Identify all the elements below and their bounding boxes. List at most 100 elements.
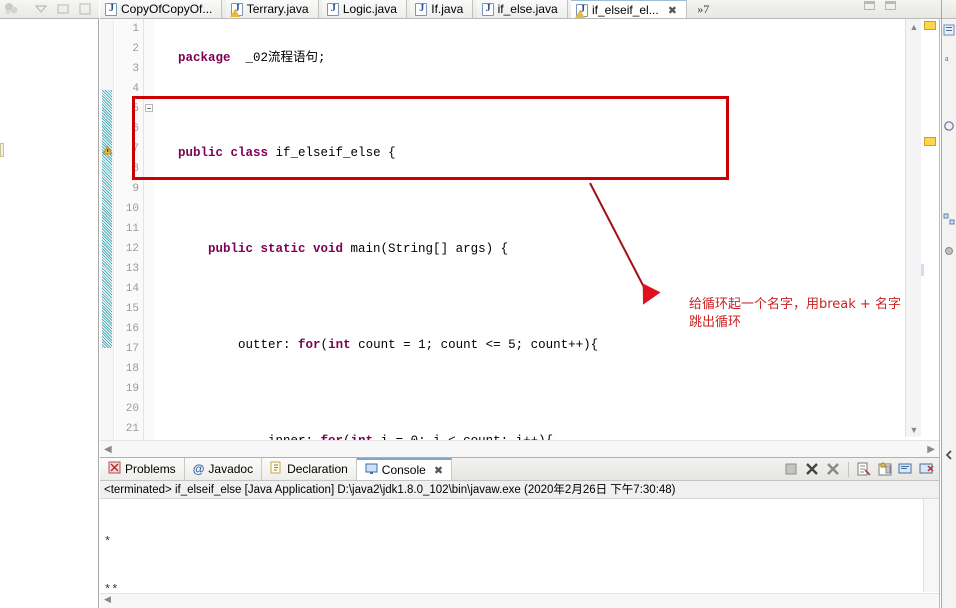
code-line-3: public class if_elseif_else {	[178, 146, 396, 160]
window-controls[interactable]	[864, 1, 896, 10]
line-number: 10	[125, 203, 139, 215]
pointer-arrow	[589, 182, 661, 305]
left-panel-strip	[0, 0, 99, 608]
annotation-note-line-1: 给循环起一个名字，用break + 名字	[689, 297, 901, 312]
change-bar	[102, 90, 112, 348]
outline-list-icon[interactable]	[943, 24, 955, 36]
restore-icon[interactable]	[943, 449, 955, 461]
tab-declaration[interactable]: Declaration	[262, 458, 357, 480]
tab-javadoc[interactable]: @ Javadoc	[184, 458, 263, 480]
sort-icon[interactable]: a	[943, 52, 955, 64]
scroll-down-icon[interactable]: ▼	[906, 422, 922, 437]
editor-tab-1[interactable]: Terrary.java	[225, 0, 319, 18]
bottom-view: Problems @ Javadoc Declaration Console ✖	[100, 457, 940, 608]
overview-selection-marker	[921, 264, 924, 276]
editor-tab-2[interactable]: Logic.java	[321, 0, 407, 18]
scroll-track[interactable]	[906, 34, 921, 422]
remove-all-terminated-button[interactable]	[825, 461, 841, 477]
package-explorer-stub	[0, 143, 4, 157]
display-selected-console-button[interactable]	[919, 461, 935, 477]
folding-column[interactable]	[144, 19, 154, 457]
line-number: 21	[125, 423, 139, 435]
line-number: 1	[132, 23, 139, 35]
code-line-1: package _02流程语句;	[178, 50, 326, 65]
scroll-left-icon[interactable]: ◀	[104, 594, 111, 604]
view-menu-icon[interactable]	[78, 2, 92, 16]
editor-vertical-scrollbar[interactable]: ▲ ▼	[905, 19, 921, 437]
editor-horizontal-scrollbar[interactable]: ◀ ▶	[100, 440, 939, 457]
outline-tab-strip[interactable]	[942, 0, 956, 19]
line-number-gutter: 1 2 3 4 5 6 7 8 9 10 11 12 13 14 15 16 1…	[115, 19, 144, 457]
editor-tab-label: If.java	[431, 2, 464, 16]
minimize-icon[interactable]	[864, 1, 875, 10]
java-file-icon	[415, 3, 428, 16]
editor-tab-label: Terrary.java	[246, 2, 309, 16]
bottom-tab-label: Javadoc	[208, 462, 254, 476]
package-icon[interactable]	[4, 2, 20, 17]
editor-tab-3[interactable]: If.java	[410, 0, 474, 18]
line-number: 19	[125, 383, 139, 395]
terminate-button[interactable]	[783, 461, 799, 477]
line-number: 5	[132, 103, 139, 115]
overview-warning-marker[interactable]	[924, 137, 936, 146]
bottom-tab-label: Problems	[125, 462, 176, 476]
line-number: 2	[132, 43, 139, 55]
maximize-icon[interactable]	[885, 1, 896, 10]
remove-launch-button[interactable]	[804, 461, 820, 477]
line-number: 6	[132, 123, 139, 135]
overview-warning-marker[interactable]	[924, 21, 936, 30]
line-number: 18	[125, 363, 139, 375]
bottom-tab-label: Console	[381, 463, 426, 477]
javadoc-icon: @	[192, 462, 205, 476]
close-icon[interactable]: ✖	[668, 4, 677, 17]
scroll-right-icon[interactable]: ▶	[927, 444, 935, 455]
console-vertical-scrollbar[interactable]	[923, 499, 939, 592]
clear-console-button[interactable]	[856, 461, 872, 477]
java-file-icon	[481, 3, 494, 16]
bottom-tab-label: Declaration	[287, 462, 348, 476]
code-line-5: public static void main(String[] args) {	[208, 242, 509, 256]
fold-toggle-icon[interactable]	[145, 104, 153, 112]
editor-tab-label: CopyOfCopyOf...	[121, 2, 213, 16]
close-icon[interactable]: ✖	[434, 464, 443, 477]
line-number: 4	[132, 83, 139, 95]
code-area[interactable]: package _02流程语句; public class if_elseif_…	[156, 19, 899, 592]
link-editor-icon[interactable]	[56, 2, 70, 16]
tab-problems[interactable]: Problems	[100, 458, 185, 480]
bottom-view-tab-bar[interactable]: Problems @ Javadoc Declaration Console ✖	[100, 458, 939, 481]
line-number: 15	[125, 303, 139, 315]
editor-tab-bar[interactable]: CopyOfCopyOf... Terrary.java Logic.java …	[100, 0, 956, 19]
overview-ruler[interactable]	[921, 19, 937, 437]
code-line-7: outter: for(int count = 1; count <= 5; c…	[178, 338, 599, 352]
source-editor[interactable]: 1 2 3 4 5 6 7 8 9 10 11 12 13 14 15 16 1…	[100, 19, 940, 592]
scroll-lock-button[interactable]	[877, 461, 893, 477]
console-horizontal-scrollbar[interactable]: ◀	[100, 593, 939, 608]
scroll-left-icon[interactable]: ◀	[104, 444, 112, 455]
scroll-up-icon[interactable]: ▲	[906, 19, 922, 34]
annotation-note: 给循环起一个名字，用break + 名字 跳出循环	[689, 296, 956, 332]
field-outline-icon[interactable]	[943, 245, 955, 257]
editor-tab-0[interactable]: CopyOfCopyOf...	[100, 0, 223, 18]
collapse-all-icon[interactable]	[34, 2, 48, 16]
editor-tab-5-active[interactable]: if_elseif_el... ✖	[571, 0, 687, 18]
console-toolbar[interactable]	[783, 458, 939, 480]
tab-console[interactable]: Console ✖	[356, 458, 453, 480]
left-toolbar	[0, 0, 99, 19]
warning-marker-icon[interactable]	[102, 145, 113, 157]
svg-text:a: a	[945, 54, 949, 63]
tab-overflow-chevron[interactable]: »7	[690, 0, 716, 18]
declaration-icon	[270, 461, 283, 477]
line-number: 13	[125, 263, 139, 275]
line-number: 20	[125, 403, 139, 415]
class-outline-icon[interactable]	[943, 120, 955, 132]
line-number: 16	[125, 323, 139, 335]
console-output[interactable]: * ** **** *****	[100, 499, 923, 597]
java-file-icon	[326, 3, 339, 16]
editor-tab-4[interactable]: if_else.java	[476, 0, 568, 18]
pin-console-button[interactable]	[898, 461, 914, 477]
method-outline-icon[interactable]	[943, 213, 955, 225]
editor-tab-label: if_else.java	[497, 2, 558, 16]
